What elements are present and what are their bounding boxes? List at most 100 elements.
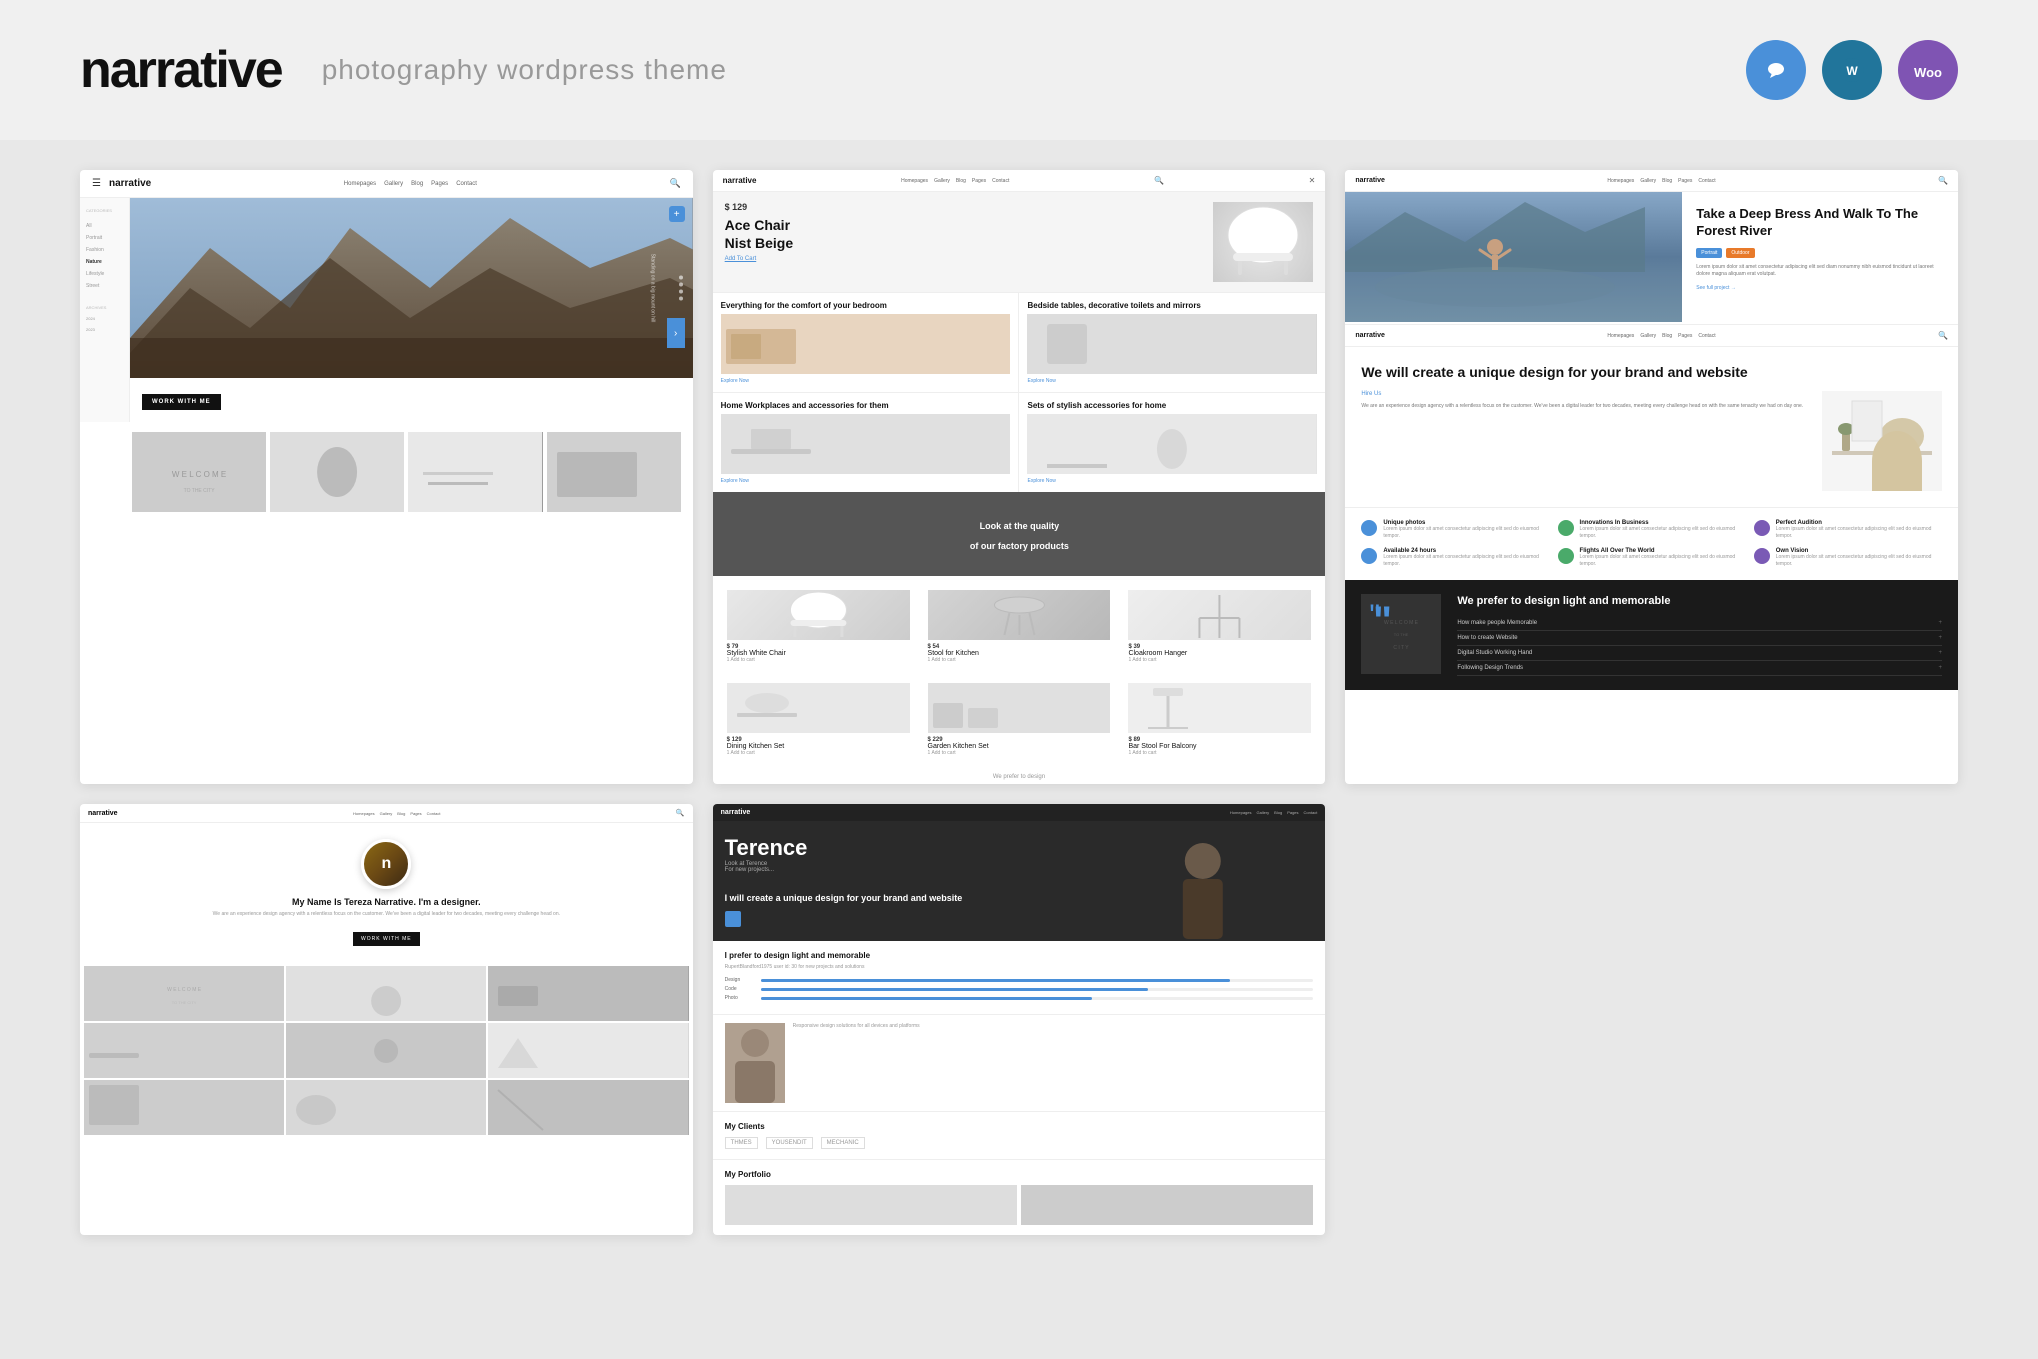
- c2-nav-pages[interactable]: Pages: [972, 178, 986, 184]
- sidebar-lifestyle[interactable]: Lifestyle: [86, 271, 123, 277]
- nav-contact[interactable]: Contact: [456, 181, 477, 187]
- card4-gallery-5: [286, 1023, 486, 1078]
- card1-navbar: ☰ narrative Homepages Gallery Blog Pages…: [80, 170, 693, 198]
- c2-nav-contact[interactable]: Contact: [992, 178, 1009, 184]
- nav-gallery[interactable]: Gallery: [384, 181, 403, 187]
- card3-upper-logo: narrative: [1355, 177, 1385, 184]
- card3-design-title: We will create a unique design for your …: [1361, 363, 1942, 381]
- card2-more-products: $ 129 Dining Kitchen Set 1 Add to cart $…: [713, 677, 1326, 770]
- audition-desc: Lorem ipsum dolor sit amet consectetur a…: [1776, 526, 1942, 540]
- chair-meta: 1 Add to cart: [727, 657, 910, 663]
- c3-nav-homepages[interactable]: Homepages: [1607, 178, 1634, 184]
- card3-feature-24hours: Available 24 hours Lorem ipsum dolor sit…: [1361, 548, 1549, 568]
- c3l-nav-pages[interactable]: Pages: [1678, 333, 1692, 339]
- bedside-link[interactable]: Explore Now: [1027, 378, 1317, 384]
- c3l-nav-contact[interactable]: Contact: [1698, 333, 1715, 339]
- c5-pages[interactable]: Pages: [1287, 810, 1298, 815]
- bedroom-link[interactable]: Explore Now: [721, 378, 1011, 384]
- c3-nav-blog[interactable]: Blog: [1662, 178, 1672, 184]
- card5-person-section: Responsive design solutions for all devi…: [713, 1015, 1326, 1112]
- work-with-me-button[interactable]: WORK WITH ME: [142, 394, 221, 410]
- c3l-nav-gallery[interactable]: Gallery: [1640, 333, 1656, 339]
- card3-hero-text: Take a Deep Bress And Walk To The Forest…: [1682, 192, 1958, 322]
- c2-nav-homepages[interactable]: Homepages: [901, 178, 928, 184]
- garden-name: Garden Kitchen Set: [928, 743, 1111, 750]
- card2-product-stool: $ 54 Stool for Kitchen 1 Add to cart: [922, 584, 1117, 669]
- c4-blog[interactable]: Blog: [397, 811, 405, 816]
- c2-nav-gallery[interactable]: Gallery: [934, 178, 950, 184]
- c3-nav-pages[interactable]: Pages: [1678, 178, 1692, 184]
- card3-feature-vision: Own Vision Lorem ipsum dolor sit amet co…: [1754, 548, 1942, 568]
- card4-name: My Name Is Tereza Narrative. I'm a desig…: [92, 897, 681, 907]
- client-logo-mechanic: MECHANIC: [821, 1137, 865, 1149]
- card4-gallery-6: [488, 1023, 688, 1078]
- card5-portfolio-title: My Portfolio: [725, 1170, 1314, 1179]
- sidebar-all[interactable]: All: [86, 223, 123, 229]
- card5-person-sub: Look at TerenceFor new projects...: [725, 861, 1314, 873]
- card3-design-agency-section: narrative Homepages Gallery Blog Pages C…: [1345, 324, 1958, 690]
- card2-garden-set: $ 229 Garden Kitchen Set 1 Add to cart: [922, 677, 1117, 762]
- card3-description: Lorem ipsum dolor sit amet consectetur a…: [1696, 264, 1944, 279]
- card4-gallery-2: [286, 966, 486, 1021]
- card3-upper-nav-links: Homepages Gallery Blog Pages Contact: [1607, 178, 1715, 184]
- svg-text:C I T Y: C I T Y: [1394, 645, 1410, 651]
- card4-gallery-1: W E L C O M ETO THE CITY: [84, 966, 284, 1021]
- c4-search-icon[interactable]: 🔍: [676, 809, 685, 817]
- c5-homepages[interactable]: Homepages: [1230, 810, 1252, 815]
- card1-next-button[interactable]: ›: [667, 318, 685, 348]
- nav-blog[interactable]: Blog: [411, 181, 423, 187]
- header-left: narrative photography wordpress theme: [80, 40, 727, 100]
- card1-add-button[interactable]: +: [669, 206, 685, 222]
- c3l-nav-homepages[interactable]: Homepages: [1607, 333, 1634, 339]
- c2-nav-blog[interactable]: Blog: [956, 178, 966, 184]
- c2-close-icon[interactable]: ✕: [1309, 176, 1316, 185]
- list-item-create-website[interactable]: How to create Website: [1457, 631, 1942, 646]
- c3-nav-contact[interactable]: Contact: [1698, 178, 1715, 184]
- c4-pages[interactable]: Pages: [410, 811, 421, 816]
- card4-gallery-8: [286, 1080, 486, 1135]
- card2-chair-image: [1213, 202, 1313, 282]
- card4-cta-button[interactable]: WORK WITH ME: [353, 932, 420, 946]
- c4-contact[interactable]: Contact: [427, 811, 441, 816]
- list-item-memorable[interactable]: How make people Memorable: [1457, 616, 1942, 631]
- c2-search-icon[interactable]: 🔍: [1154, 176, 1164, 185]
- list-item-digital-studio[interactable]: Digital Studio Working Hand: [1457, 646, 1942, 661]
- c3-search-icon[interactable]: 🔍: [1938, 176, 1948, 185]
- c3-nav-gallery[interactable]: Gallery: [1640, 178, 1656, 184]
- c5-contact[interactable]: Contact: [1304, 810, 1318, 815]
- hanger-meta: 1 Add to cart: [1128, 657, 1311, 663]
- workplace-link[interactable]: Explore Now: [721, 478, 1011, 484]
- c4-gallery[interactable]: Gallery: [380, 811, 393, 816]
- card2-product-name: Ace ChairNist Beige: [725, 216, 1204, 252]
- c5-gallery[interactable]: Gallery: [1257, 810, 1270, 815]
- c3l-search-icon[interactable]: 🔍: [1938, 331, 1948, 340]
- list-item-design-trends[interactable]: Following Design Trends: [1457, 661, 1942, 676]
- card3-hire-us-link[interactable]: Hire Us: [1361, 391, 1812, 397]
- vision-icon: [1754, 548, 1770, 564]
- sidebar-portrait[interactable]: Portrait: [86, 235, 123, 241]
- card5-design-button[interactable]: [725, 911, 741, 927]
- search-icon[interactable]: 🔍: [669, 178, 680, 189]
- garden-meta: 1 Add to cart: [928, 750, 1111, 756]
- skill-photo-track: [761, 997, 1314, 1000]
- card2-category-bedside: Bedside tables, decorative toilets and m…: [1019, 293, 1325, 392]
- card5-person-text: Responsive design solutions for all devi…: [793, 1023, 920, 1031]
- stool-product-image: [928, 590, 1111, 640]
- card4-gallery-4: [84, 1023, 284, 1078]
- nav-pages[interactable]: Pages: [431, 181, 448, 187]
- bedroom-image: [721, 314, 1011, 374]
- sidebar-nature[interactable]: Nature: [86, 259, 123, 265]
- nav-homepages[interactable]: Homepages: [344, 181, 376, 187]
- sidebar-fashion[interactable]: Fashion: [86, 247, 123, 253]
- card3-dark-title: We prefer to design light and memorable: [1457, 594, 1942, 608]
- stylish-link[interactable]: Explore Now: [1027, 478, 1317, 484]
- card4-gallery-9: [488, 1080, 688, 1135]
- c5-blog[interactable]: Blog: [1274, 810, 1282, 815]
- card1-nav-dots: [679, 276, 683, 301]
- svg-text:TO THE: TO THE: [1394, 632, 1409, 637]
- card2-add-to-cart[interactable]: Add To Cart: [725, 256, 1204, 262]
- c4-homepages[interactable]: Homepages: [353, 811, 375, 816]
- sidebar-street[interactable]: Street: [86, 283, 123, 289]
- c3l-nav-blog[interactable]: Blog: [1662, 333, 1672, 339]
- card3-see-full-project[interactable]: See full project →: [1696, 285, 1944, 291]
